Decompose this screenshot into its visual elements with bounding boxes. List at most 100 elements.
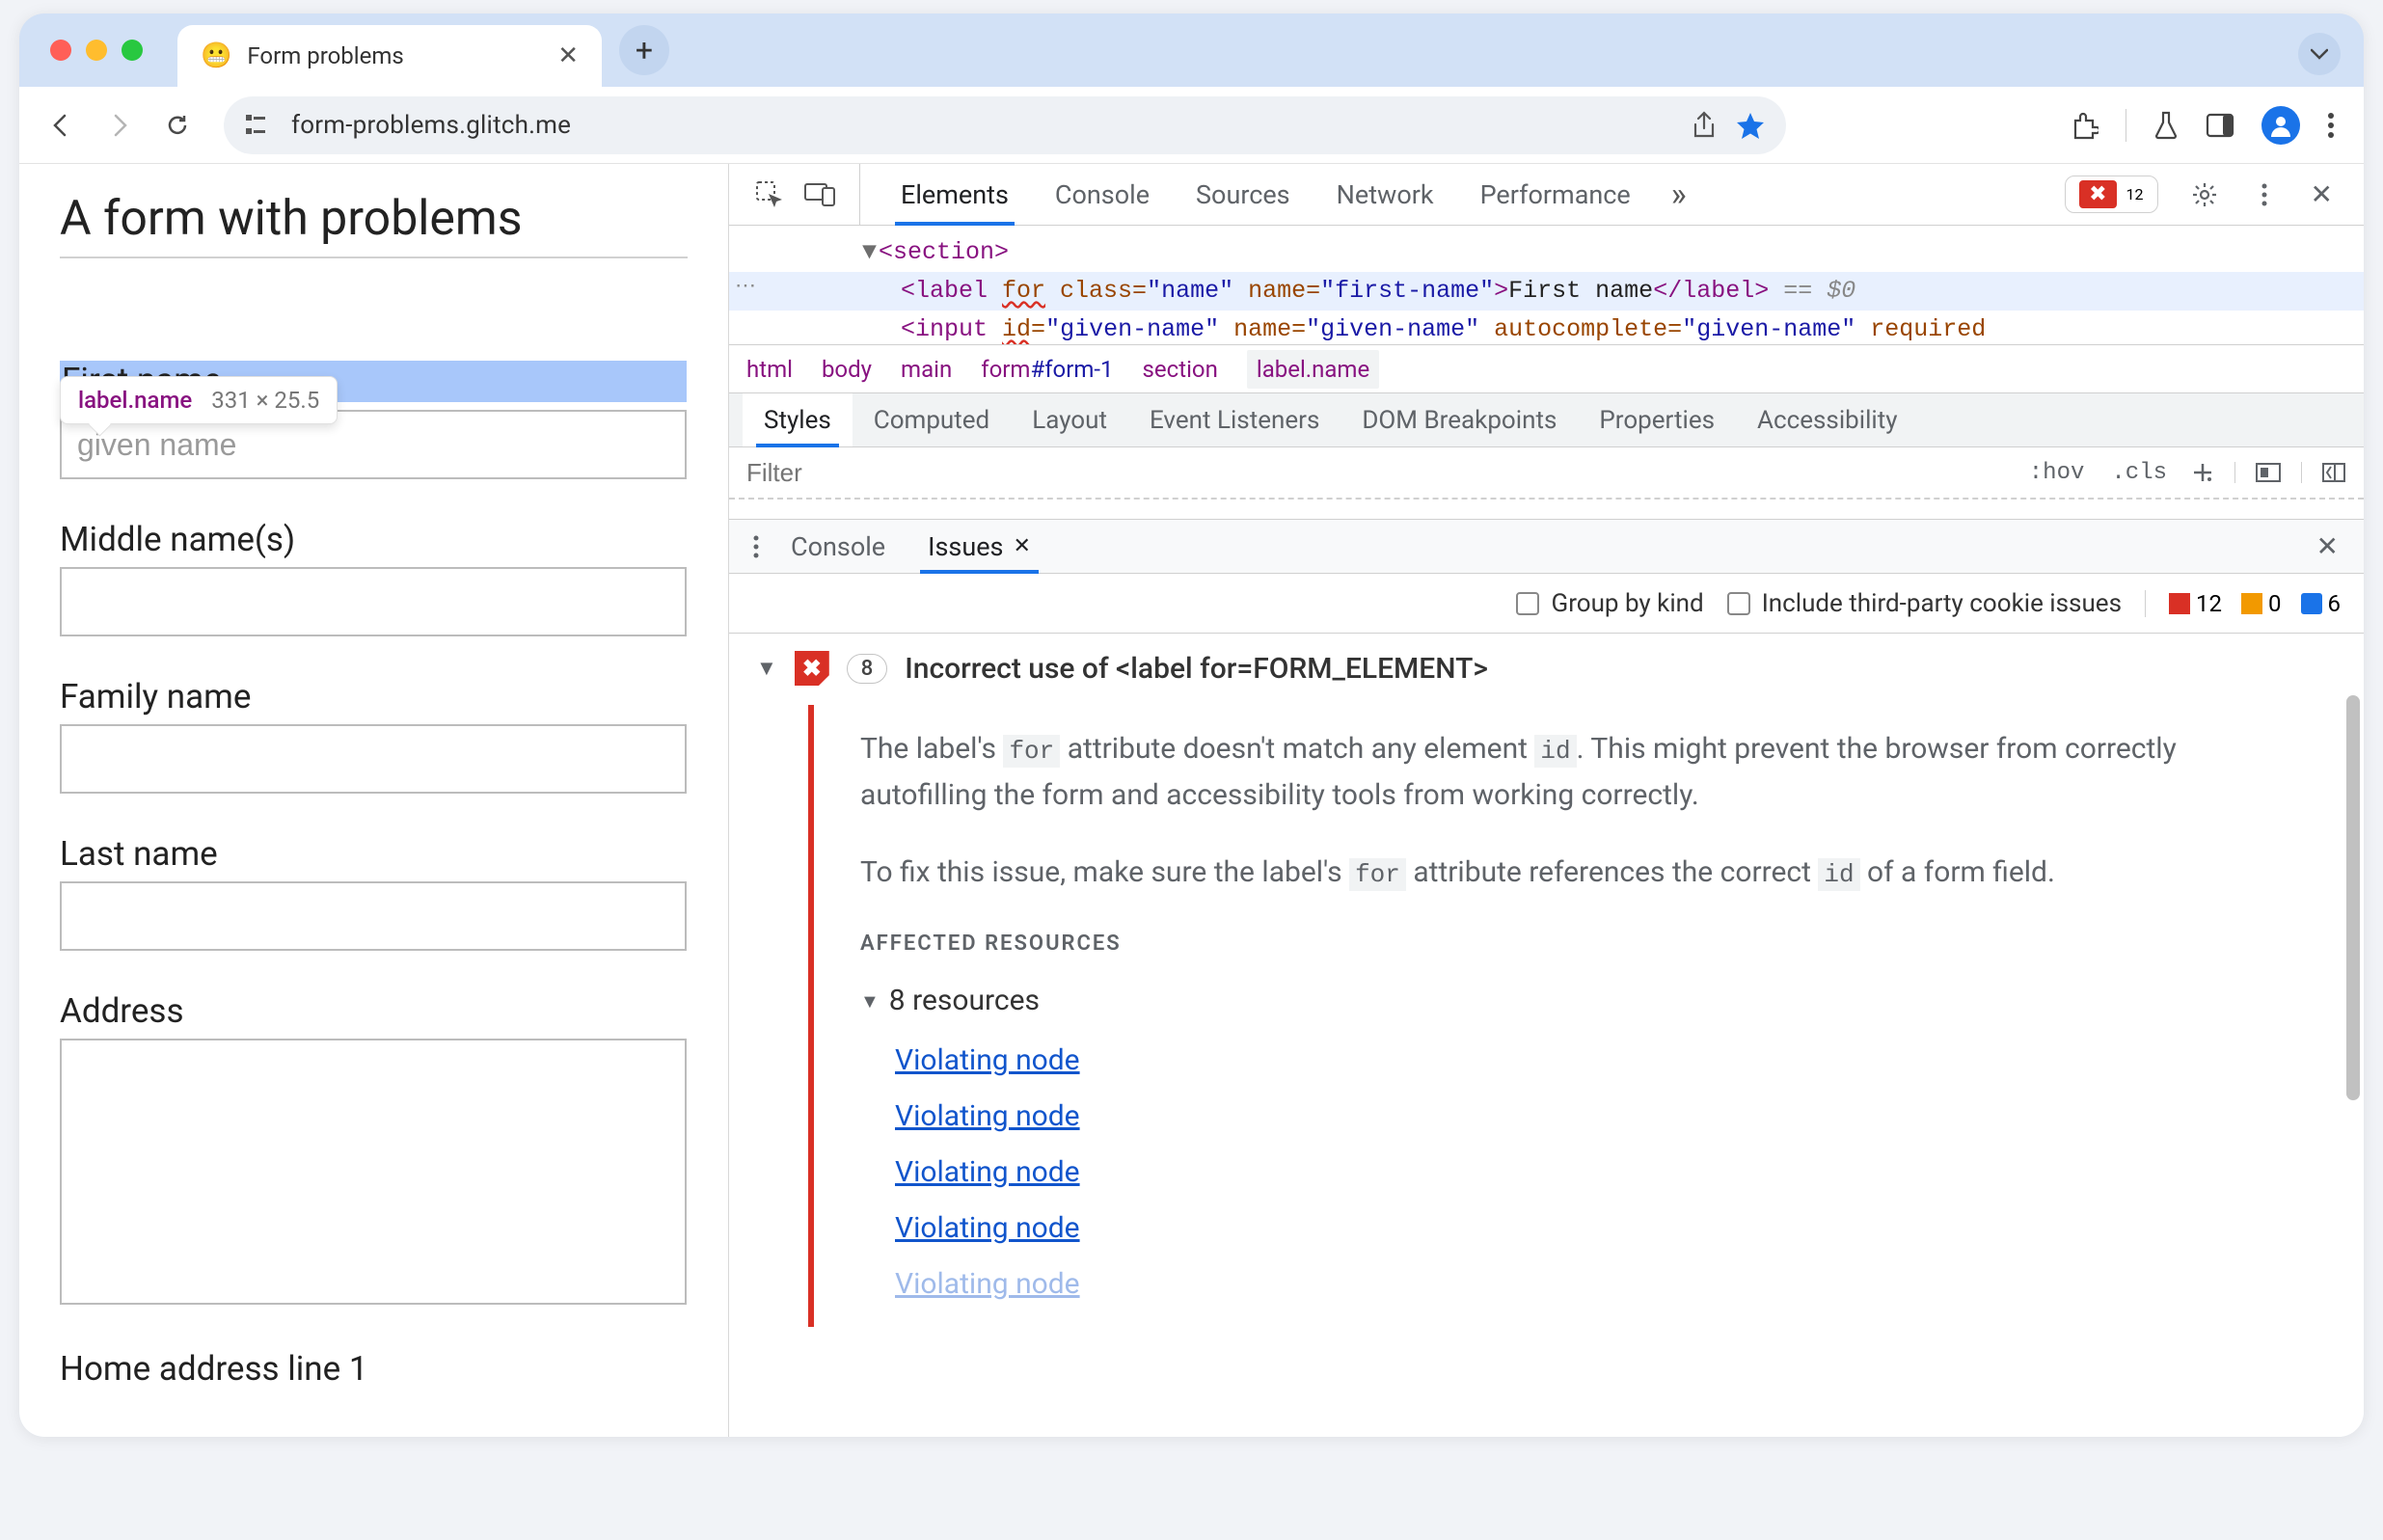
count-info: 6 xyxy=(2301,590,2342,617)
violating-node-link[interactable]: Violating node xyxy=(895,1205,2302,1252)
subtab-layout[interactable]: Layout xyxy=(1011,393,1128,446)
extensions-icon[interactable] xyxy=(2070,111,2099,140)
error-flag-icon: ✖ xyxy=(795,651,829,686)
label-family-name: Family name xyxy=(60,677,688,716)
violating-node-link[interactable]: Violating node xyxy=(895,1094,2302,1140)
devtools-tabs: Elements Console Sources Network Perform… xyxy=(729,164,2364,226)
side-panel-icon[interactable] xyxy=(2206,113,2234,138)
el-line-section[interactable]: ▼<section> xyxy=(729,233,2364,272)
profile-avatar[interactable] xyxy=(2261,106,2300,145)
more-actions-icon[interactable]: ⋯ xyxy=(735,268,756,307)
input-family-name[interactable] xyxy=(60,724,687,794)
new-tab-button[interactable]: + xyxy=(619,25,669,75)
window-maximize-button[interactable] xyxy=(122,40,143,61)
cls-toggle[interactable]: .cls xyxy=(2107,460,2171,486)
issue-item: ▼ ✖ 8 Incorrect use of <label for=FORM_E… xyxy=(729,634,2364,1344)
crumb-main[interactable]: main xyxy=(901,356,952,383)
tab-network[interactable]: Network xyxy=(1313,164,1457,225)
back-button[interactable] xyxy=(37,100,87,150)
labs-icon[interactable] xyxy=(2153,111,2179,140)
inspect-icon[interactable] xyxy=(745,164,795,225)
field-address: Address xyxy=(60,991,688,1309)
dom-breadcrumb: html body main form#form-1 section label… xyxy=(729,345,2364,393)
computed-toggle-icon[interactable] xyxy=(2234,462,2282,483)
field-last-name: Last name xyxy=(60,834,688,951)
settings-gear-icon[interactable] xyxy=(2181,181,2228,208)
styles-filter-input[interactable] xyxy=(746,458,2025,488)
drawer-tab-console[interactable]: Console xyxy=(770,520,907,573)
subtab-properties[interactable]: Properties xyxy=(1578,393,1736,446)
resources-summary[interactable]: ▼ 8 resources xyxy=(860,978,2302,1024)
subtab-computed[interactable]: Computed xyxy=(853,393,1011,446)
device-toggle-icon[interactable] xyxy=(795,164,845,225)
input-last-name[interactable] xyxy=(60,881,687,951)
subtab-a11y[interactable]: Accessibility xyxy=(1736,393,1919,446)
issue-occurrence-count: 8 xyxy=(847,654,888,684)
crumb-body[interactable]: body xyxy=(822,356,872,383)
site-settings-icon[interactable] xyxy=(245,114,276,137)
tab-performance[interactable]: Performance xyxy=(1457,164,1654,225)
bookmark-star-icon[interactable] xyxy=(1736,111,1765,140)
element-tooltip: label.name 331 × 25.5 xyxy=(60,376,338,424)
issues-chip[interactable]: ✖ 12 xyxy=(2065,176,2157,213)
crumb-html[interactable]: html xyxy=(746,356,793,383)
input-middle-name[interactable] xyxy=(60,567,687,636)
toggle-sidebar-icon[interactable] xyxy=(2301,462,2346,483)
issue-counts: 12 0 6 xyxy=(2145,590,2341,617)
third-party-cookies-checkbox[interactable]: Include third-party cookie issues xyxy=(1727,589,2122,618)
window-minimize-button[interactable] xyxy=(86,40,107,61)
url-bar[interactable]: form-problems.glitch.me xyxy=(224,96,1786,154)
drawer-close-icon[interactable]: ✕ xyxy=(2316,520,2350,573)
issue-title: Incorrect use of <label for=FORM_ELEMENT… xyxy=(905,652,1488,686)
field-middle-name: Middle name(s) xyxy=(60,520,688,636)
issues-toolbar: Group by kind Include third-party cookie… xyxy=(729,574,2364,634)
chrome-menu-icon[interactable] xyxy=(2327,112,2335,139)
crumb-label[interactable]: label.name xyxy=(1247,350,1379,389)
subtab-listeners[interactable]: Event Listeners xyxy=(1128,393,1340,446)
label-address: Address xyxy=(60,991,688,1031)
issues-body[interactable]: ▼ ✖ 8 Incorrect use of <label for=FORM_E… xyxy=(729,634,2364,1437)
devtools-close-icon[interactable]: ✕ xyxy=(2301,178,2342,210)
browser-toolbar: form-problems.glitch.me xyxy=(19,87,2364,164)
el-line-input[interactable]: <input id="given-name" name="given-name"… xyxy=(729,311,2364,345)
crumb-form[interactable]: form#form-1 xyxy=(981,356,1113,383)
label-middle-name: Middle name(s) xyxy=(60,520,688,559)
violating-node-link[interactable]: Violating node xyxy=(895,1038,2302,1084)
issue-description: The label's for attribute doesn't match … xyxy=(808,705,2341,1327)
el-line-label[interactable]: <label for class="name" name="first-name… xyxy=(729,272,2364,311)
page-heading: A form with problems xyxy=(60,191,688,258)
drawer-tab-issues[interactable]: Issues ✕ xyxy=(907,520,1052,573)
elements-source[interactable]: ⋯ ▼<section> <label for class="name" nam… xyxy=(729,226,2364,345)
violating-node-link[interactable]: Violating node xyxy=(895,1261,2302,1308)
tab-elements[interactable]: Elements xyxy=(878,164,1032,225)
browser-window: 😬 Form problems ✕ + form-problems.glitch… xyxy=(19,14,2364,1437)
tab-console[interactable]: Console xyxy=(1032,164,1173,225)
textarea-address[interactable] xyxy=(60,1039,687,1305)
label-home-address-1: Home address line 1 xyxy=(60,1349,688,1389)
crumb-section[interactable]: section xyxy=(1143,356,1218,383)
tab-sources[interactable]: Sources xyxy=(1173,164,1313,225)
devtools-menu-icon[interactable] xyxy=(2251,182,2278,207)
drawer-tab-close-icon[interactable]: ✕ xyxy=(1013,534,1030,558)
forward-button[interactable] xyxy=(95,100,145,150)
subtab-dom-bp[interactable]: DOM Breakpoints xyxy=(1340,393,1578,446)
scrollbar-thumb[interactable] xyxy=(2346,695,2360,1100)
hov-toggle[interactable]: :hov xyxy=(2025,460,2089,486)
share-icon[interactable] xyxy=(1692,111,1717,140)
more-tabs-icon[interactable]: » xyxy=(1654,164,1704,225)
tab-close-icon[interactable]: ✕ xyxy=(557,41,579,70)
issue-header[interactable]: ▼ ✖ 8 Incorrect use of <label for=FORM_E… xyxy=(756,651,2341,686)
new-style-rule-icon[interactable] xyxy=(2190,460,2215,485)
subtab-styles[interactable]: Styles xyxy=(743,393,853,446)
traffic-lights xyxy=(50,40,143,61)
affected-resources-title: AFFECTED RESOURCES xyxy=(860,927,2302,960)
reload-button[interactable] xyxy=(152,100,203,150)
group-by-kind-checkbox[interactable]: Group by kind xyxy=(1516,589,1703,618)
drawer-menu-icon[interactable] xyxy=(743,520,770,573)
violating-node-link[interactable]: Violating node xyxy=(895,1149,2302,1196)
expand-icon[interactable]: ▼ xyxy=(756,656,777,681)
window-close-button[interactable] xyxy=(50,40,71,61)
expand-tabs-button[interactable] xyxy=(2298,33,2341,75)
label-last-name: Last name xyxy=(60,834,688,874)
browser-tab[interactable]: 😬 Form problems ✕ xyxy=(177,25,602,87)
